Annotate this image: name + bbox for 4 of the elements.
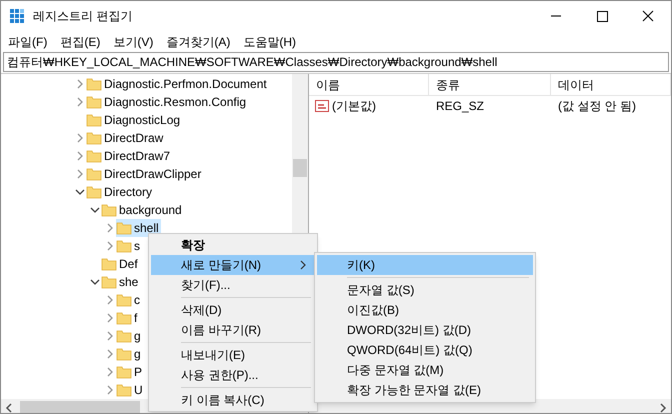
table-cell-text: REG_SZ: [435, 98, 486, 115]
table-cell-text: (값 설정 안 됨): [557, 98, 637, 115]
table-cell-text: (기본값): [332, 98, 376, 115]
window-title: 레지스트리 편집기: [33, 8, 132, 25]
